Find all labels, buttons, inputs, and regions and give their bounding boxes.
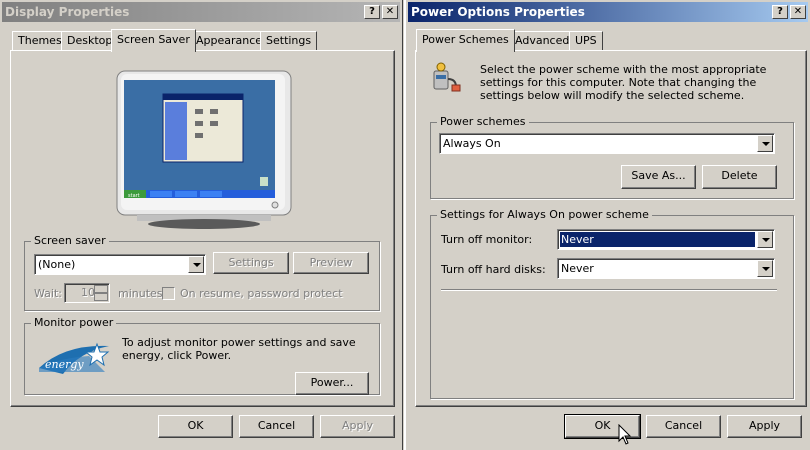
wait-label: Wait: bbox=[34, 287, 62, 300]
mouse-cursor-icon bbox=[618, 424, 632, 445]
turn-off-monitor-dropdown[interactable]: Never bbox=[557, 229, 775, 250]
power-button[interactable]: Power... bbox=[295, 372, 369, 395]
screen-saver-value: (None) bbox=[38, 258, 76, 271]
monitor-power-description: To adjust monitor power settings and sav… bbox=[122, 336, 356, 362]
help-button[interactable]: ? bbox=[772, 5, 788, 19]
settings-button[interactable]: Settings bbox=[213, 252, 289, 274]
chevron-down-icon[interactable] bbox=[757, 231, 773, 248]
preview-button[interactable]: Preview bbox=[293, 252, 369, 274]
start-button-label: start bbox=[128, 193, 140, 199]
wait-value: 10 bbox=[81, 286, 95, 299]
chevron-down-icon[interactable] bbox=[188, 256, 204, 273]
power-schemes-panel: Select the power scheme with the most ap… bbox=[415, 50, 807, 407]
tab-ups[interactable]: UPS bbox=[569, 31, 603, 51]
chevron-down-icon[interactable] bbox=[757, 260, 773, 277]
window-title: Display Properties bbox=[5, 5, 130, 19]
energy-logo-text: energy bbox=[45, 358, 84, 371]
help-button[interactable]: ? bbox=[364, 5, 380, 19]
wait-stepper[interactable]: 10 bbox=[64, 283, 110, 303]
tab-power-schemes[interactable]: Power Schemes bbox=[416, 29, 515, 52]
turn-off-hard-disks-label: Turn off hard disks: bbox=[441, 263, 546, 276]
password-protect-checkbox[interactable] bbox=[162, 287, 175, 300]
power-scheme-value: Always On bbox=[443, 137, 501, 150]
window-title: Power Options Properties bbox=[411, 5, 585, 19]
minutes-label: minutes bbox=[118, 287, 163, 300]
save-as-button[interactable]: Save As... bbox=[621, 165, 696, 189]
screen-saver-group: Screen saver (None) Settings Preview Wai… bbox=[24, 234, 380, 311]
power-scheme-dropdown[interactable]: Always On bbox=[439, 133, 775, 154]
energy-star-logo: energy bbox=[39, 342, 110, 374]
turn-off-hard-disks-dropdown[interactable]: Never bbox=[557, 258, 775, 279]
turn-off-hard-disks-value: Never bbox=[561, 262, 594, 275]
close-button[interactable]: ✕ bbox=[790, 5, 806, 19]
tab-themes[interactable]: Themes bbox=[12, 31, 68, 51]
monitor-preview-image: start bbox=[116, 70, 292, 229]
apply-button[interactable]: Apply bbox=[320, 415, 395, 438]
cancel-button[interactable]: Cancel bbox=[239, 415, 314, 438]
monitor-power-legend: Monitor power bbox=[31, 316, 117, 329]
screen-saver-legend: Screen saver bbox=[31, 234, 109, 247]
separator-line bbox=[441, 289, 777, 291]
intro-text: Select the power scheme with the most ap… bbox=[480, 63, 767, 102]
cancel-button[interactable]: Cancel bbox=[646, 415, 721, 438]
power-schemes-group: Power schemes Always On Save As... Delet… bbox=[430, 115, 794, 199]
apply-button[interactable]: Apply bbox=[727, 415, 802, 438]
tab-settings[interactable]: Settings bbox=[260, 31, 318, 51]
ok-button[interactable]: OK bbox=[158, 415, 233, 438]
screen-saver-dropdown[interactable]: (None) bbox=[34, 254, 206, 275]
scheme-settings-group: Settings for Always On power scheme Turn… bbox=[430, 208, 794, 399]
close-button[interactable]: ✕ bbox=[382, 5, 398, 19]
tab-advanced[interactable]: Advanced bbox=[509, 31, 576, 51]
screen-saver-panel: start Screen saver (None) Settings Previ… bbox=[10, 50, 395, 407]
turn-off-monitor-label: Turn off monitor: bbox=[441, 233, 533, 246]
turn-off-monitor-value: Never bbox=[560, 232, 755, 247]
display-properties-window: Display Properties ? ✕ Themes Desktop Sc… bbox=[0, 0, 403, 450]
spin-down-icon[interactable] bbox=[94, 293, 108, 301]
title-bar[interactable]: Display Properties ? ✕ bbox=[2, 2, 400, 22]
spin-up-icon[interactable] bbox=[94, 285, 108, 293]
power-options-window: Power Options Properties ? ✕ Power Schem… bbox=[404, 0, 810, 450]
scheme-settings-legend: Settings for Always On power scheme bbox=[437, 208, 652, 221]
monitor-power-group: Monitor power energy To adjust monitor p… bbox=[24, 316, 380, 395]
password-protect-label: On resume, password protect bbox=[180, 287, 343, 300]
title-bar[interactable]: Power Options Properties ? ✕ bbox=[408, 2, 808, 22]
power-plug-icon bbox=[433, 62, 461, 92]
tab-desktop[interactable]: Desktop bbox=[61, 31, 119, 51]
delete-button[interactable]: Delete bbox=[702, 165, 777, 189]
tab-appearance[interactable]: Appearance bbox=[190, 31, 269, 51]
tab-screen-saver[interactable]: Screen Saver bbox=[111, 29, 196, 52]
chevron-down-icon[interactable] bbox=[757, 135, 773, 152]
power-schemes-legend: Power schemes bbox=[437, 115, 529, 128]
